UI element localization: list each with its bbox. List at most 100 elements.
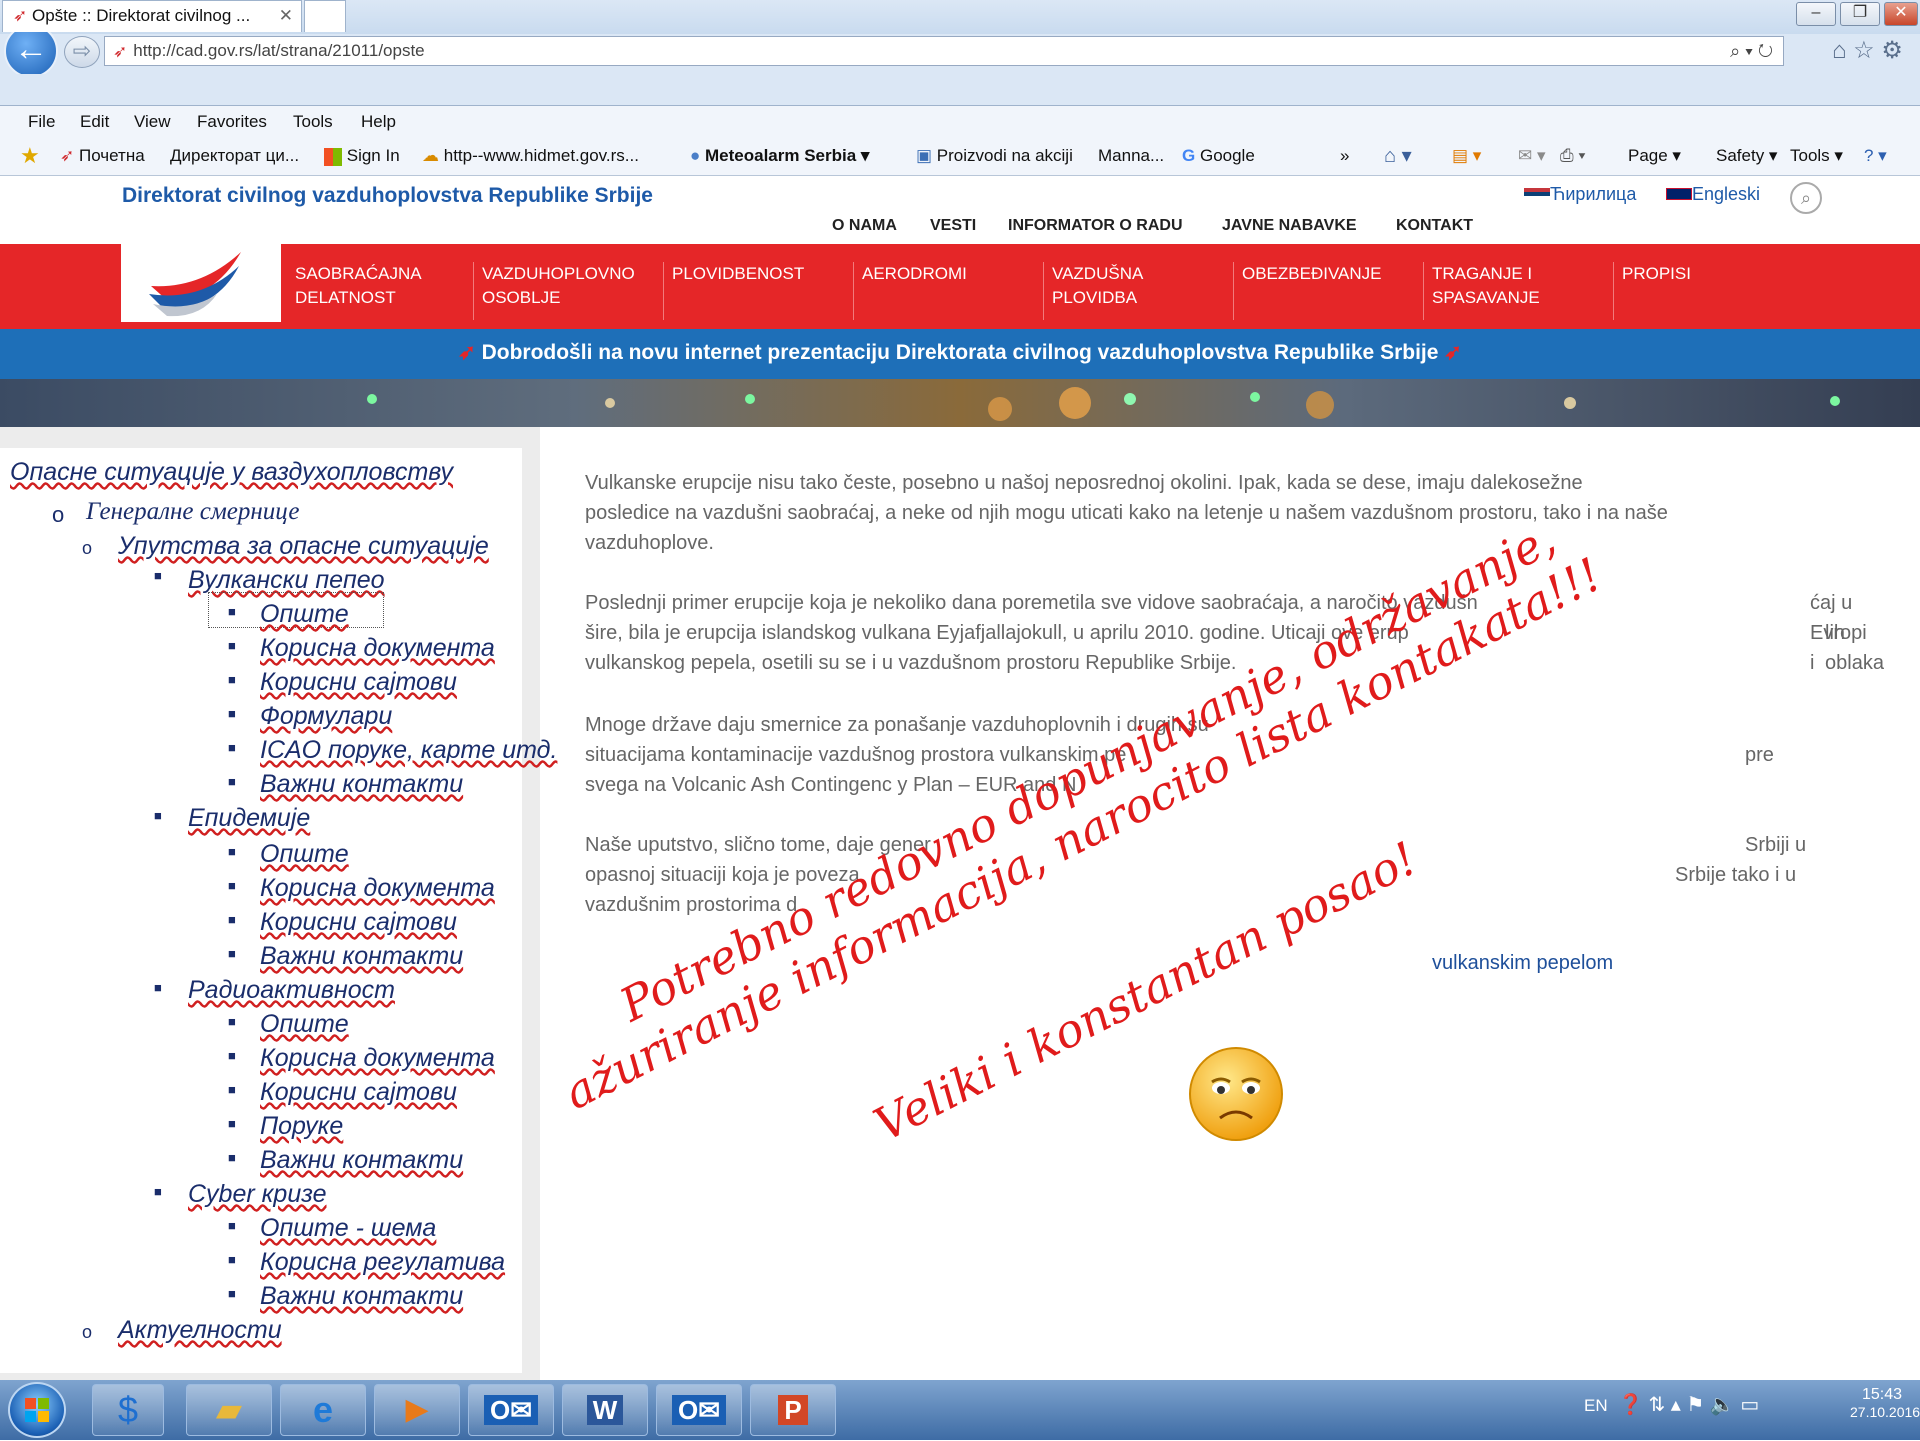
tree-item-volcanic-icao[interactable]: ICAO поруке, карте итд. xyxy=(260,736,557,765)
tree-item-volcanic-general[interactable]: Опште xyxy=(260,600,349,629)
tree-section-volcanic[interactable]: Вулкански пепео xyxy=(188,566,385,595)
tree-item-radio-contacts[interactable]: Важни контакти xyxy=(260,1146,463,1175)
lang-cyrillic-link[interactable]: Ћирилица xyxy=(1524,184,1636,205)
restore-button[interactable]: ❐ xyxy=(1840,2,1880,26)
taskbar-app-ie[interactable]: e xyxy=(280,1384,366,1436)
fav-item-pocetna[interactable]: ➶ Почетна xyxy=(60,138,145,174)
menu-file[interactable]: File xyxy=(28,106,55,138)
menu-view[interactable]: View xyxy=(134,106,171,138)
tree-news[interactable]: Актуелности xyxy=(118,1316,282,1345)
favorites-star-icon[interactable]: ★ xyxy=(20,138,40,174)
tree-item-epidemics-docs[interactable]: Корисна документа xyxy=(260,874,495,903)
taskbar-app-skype[interactable]: $ xyxy=(92,1384,164,1436)
fav-item-hidmet[interactable]: ☁ http--www.hidmet.gov.rs... xyxy=(422,138,639,174)
nav-vazdusna-plovidba[interactable]: VAZDUŠNA PLOVIDBA xyxy=(1043,262,1229,320)
tray-icons[interactable]: ❓ ⇅ ▴ ⚑ 🔈 ▭ xyxy=(1618,1392,1759,1417)
forward-button[interactable]: ⇨ xyxy=(64,36,100,68)
nav-obezbedivanje[interactable]: OBEZBEĐIVANJE xyxy=(1233,262,1419,320)
taskbar-app-word[interactable]: W xyxy=(562,1384,648,1436)
tree-item-radio-docs[interactable]: Корисна документа xyxy=(260,1044,495,1073)
tree-item-volcanic-sites[interactable]: Корисни сајтови xyxy=(260,668,457,697)
menu-tools-cmd[interactable]: Tools ▾ xyxy=(1790,138,1843,174)
top-link-vesti[interactable]: VESTI xyxy=(930,217,976,235)
taskbar-app-outlook-2[interactable]: O✉ xyxy=(656,1384,742,1436)
nav-aerodromi[interactable]: AERODROMI xyxy=(853,262,1039,320)
site-logo[interactable] xyxy=(121,244,281,322)
close-tab-icon[interactable]: ✕ xyxy=(279,1,293,31)
close-window-button[interactable]: ✕ xyxy=(1884,2,1918,26)
menu-edit[interactable]: Edit xyxy=(80,106,109,138)
tree-item-cyber-contacts[interactable]: Важни контакти xyxy=(260,1282,463,1311)
start-button[interactable] xyxy=(8,1382,66,1438)
tree-root[interactable]: Опасне ситуације у ваздухопловству xyxy=(10,458,453,487)
tree-manual[interactable]: Упутства за опасне ситуације xyxy=(118,532,489,561)
new-tab-button[interactable] xyxy=(304,0,346,32)
search-refresh-icons[interactable]: ⌕ ▾ ↻ xyxy=(1730,37,1773,65)
top-link-javne-nabavke[interactable]: JAVNE NABAVKE xyxy=(1222,217,1357,235)
tree-item-cyber-regulation[interactable]: Корисна регулатива xyxy=(260,1248,505,1277)
nav-traganje[interactable]: TRAGANJE I SPASAVANJE xyxy=(1423,262,1609,320)
minimize-button[interactable]: – xyxy=(1796,2,1836,26)
bullet-square: ■ xyxy=(228,946,236,961)
tree-section-radioactivity[interactable]: Радиоактивност xyxy=(188,976,395,1005)
nav-vazduhoplovno[interactable]: VAZDUHOPLOVNO OSOBLJE xyxy=(473,262,659,320)
fav-item-proizvodi[interactable]: ▣ Proizvodi na akciji xyxy=(916,138,1073,174)
bullet-square: ■ xyxy=(228,706,236,721)
menu-page[interactable]: Page ▾ xyxy=(1628,138,1681,174)
taskbar-app-media[interactable]: ▶ xyxy=(374,1384,460,1436)
menu-help[interactable]: Help xyxy=(361,106,396,138)
tree-item-radio-messages[interactable]: Поруке xyxy=(260,1112,343,1141)
favorites-overflow-icon[interactable]: » xyxy=(1340,138,1349,174)
help-icon[interactable]: ? ▾ xyxy=(1864,138,1887,174)
swoosh-icon: ➶ xyxy=(458,341,476,364)
tree-general: Генералне смернице xyxy=(86,498,300,525)
tree-item-radio-sites[interactable]: Корисни сајтови xyxy=(260,1078,457,1107)
tree-item-volcanic-docs[interactable]: Корисна документа xyxy=(260,634,495,663)
menu-safety[interactable]: Safety ▾ xyxy=(1716,138,1777,174)
mail-icon[interactable]: ✉ ▾ xyxy=(1518,138,1546,174)
tree-item-epidemics-general[interactable]: Опште xyxy=(260,840,349,869)
nav-propisi[interactable]: PROPISI xyxy=(1613,262,1799,320)
clock[interactable]: 15:43 27.10.2016 xyxy=(1850,1386,1920,1420)
fav-item-sign-in[interactable]: Sign In xyxy=(324,138,400,174)
runway-photo-banner xyxy=(0,379,1920,427)
tree-item-epidemics-contacts[interactable]: Важни контакти xyxy=(260,942,463,971)
tree-item-volcanic-forms[interactable]: Формулари xyxy=(260,702,392,731)
top-link-o-nama[interactable]: O NAMA xyxy=(832,217,897,235)
lang-english-link[interactable]: Engleski xyxy=(1666,184,1760,205)
address-bar[interactable]: ➶ http://cad.gov.rs/lat/strana/21011/opst… xyxy=(104,36,1784,66)
bullet-square: ■ xyxy=(228,1252,236,1267)
taskbar-app-powerpoint[interactable]: P xyxy=(750,1384,836,1436)
home-star-gear-icons[interactable]: ⌂ ☆ ⚙ xyxy=(1832,36,1903,65)
print-icon[interactable]: ⎙ ▾ xyxy=(1560,138,1585,174)
volcanic-ash-link[interactable]: vulkanskim pepelom xyxy=(1432,952,1613,975)
home-icon[interactable]: ⌂ ▾ xyxy=(1384,138,1412,174)
tree-section-cyber[interactable]: Cyber кризе xyxy=(188,1180,327,1209)
menu-tools[interactable]: Tools xyxy=(293,106,333,138)
taskbar-app-explorer[interactable]: ▰ xyxy=(186,1384,272,1436)
tree-item-volcanic-contacts[interactable]: Важни контакти xyxy=(260,770,463,799)
tab-strip xyxy=(0,74,1920,106)
fav-item-direktorat[interactable]: Директорат ци... xyxy=(170,138,299,174)
language-indicator[interactable]: EN xyxy=(1584,1396,1608,1416)
menu-favorites[interactable]: Favorites xyxy=(197,106,267,138)
back-button[interactable]: ← xyxy=(4,24,58,78)
top-link-informator[interactable]: INFORMATOR O RADU xyxy=(1008,217,1183,235)
search-icon[interactable]: ⌕ xyxy=(1790,182,1822,214)
fav-item-meteoalarm[interactable]: ● Meteoalarm Serbia ▾ xyxy=(690,138,869,174)
fav-item-manna[interactable]: Manna... xyxy=(1098,138,1164,174)
tree-section-epidemics[interactable]: Епидемије xyxy=(188,804,310,833)
fav-item-google[interactable]: G Google xyxy=(1182,138,1255,174)
tree-item-epidemics-sites[interactable]: Корисни сајтови xyxy=(260,908,457,937)
tree-item-radio-general[interactable]: Опште xyxy=(260,1010,349,1039)
top-link-kontakt[interactable]: KONTAKT xyxy=(1396,217,1473,235)
nav-saobracajna[interactable]: SAOBRAĆAJNA DELATNOST xyxy=(287,262,473,320)
tab-active[interactable]: ➶ Opšte :: Direktorat civilnog ... ✕ xyxy=(2,0,302,32)
nav-plovidbenost[interactable]: PLOVIDBENOST xyxy=(663,262,849,320)
tree-item-cyber-scheme[interactable]: Опште - шема xyxy=(260,1214,436,1243)
media-player-icon: ▶ xyxy=(405,1393,429,1426)
bullet-square: ■ xyxy=(228,774,236,789)
feeds-icon[interactable]: ▤ ▾ xyxy=(1452,138,1481,174)
taskbar-app-outlook[interactable]: O✉ xyxy=(468,1384,554,1436)
app-icon: $ xyxy=(117,1389,139,1430)
